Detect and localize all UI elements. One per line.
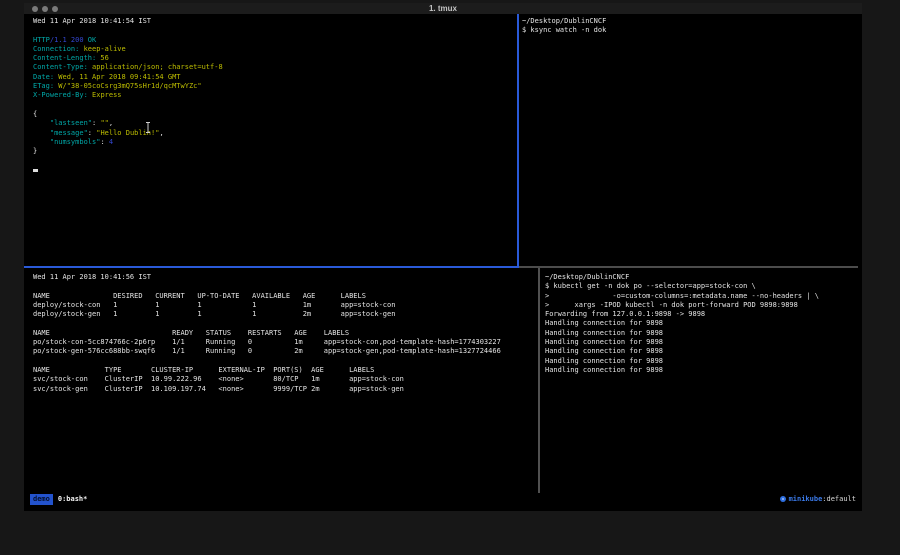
- terminal-line: > xargs -IPOD kubectl -n dok port-forwar…: [545, 301, 862, 310]
- pane-content: ~/Desktop/DublinCNCF$ ksync watch -n dok: [522, 17, 862, 36]
- desktop-background: 1. tmux Wed 11 Apr 2018 10:41:54 IST HTTP…: [0, 0, 900, 555]
- terminal-window: 1. tmux Wed 11 Apr 2018 10:41:54 IST HTTP…: [24, 3, 862, 511]
- terminal-line: [33, 166, 517, 175]
- terminal-cursor: [33, 169, 38, 172]
- terminal-line: Handling connection for 9898: [545, 319, 862, 328]
- terminal-line: X-Powered-By: Express: [33, 91, 517, 100]
- terminal-line: NAME DESIRED CURRENT UP-TO-DATE AVAILABL…: [33, 292, 538, 301]
- terminal-line: }: [33, 147, 517, 156]
- pane-content: Wed 11 Apr 2018 10:41:56 IST NAME DESIRED…: [33, 273, 538, 394]
- terminal-line: ~/Desktop/DublinCNCF: [545, 273, 862, 282]
- terminal-line: $ kubectl get -n dok po --selector=app=s…: [545, 282, 862, 291]
- tmux-status-bar: demo 0:bash* minikube :default: [24, 493, 862, 506]
- terminal-line: > -o=custom-columns=:metadata.name --no-…: [545, 292, 862, 301]
- terminal-line: "numsymbols": 4: [33, 138, 517, 147]
- terminal-line: svc/stock-gen ClusterIP 10.109.197.74 <n…: [33, 385, 538, 394]
- terminal-line: "lastseen": "",: [33, 119, 517, 128]
- terminal-line: po/stock-con-5cc874766c-2p6rp 1/1 Runnin…: [33, 338, 538, 347]
- terminal-line: deploy/stock-gen 1 1 1 1 2m app=stock-ge…: [33, 310, 538, 319]
- terminal-line: Handling connection for 9898: [545, 338, 862, 347]
- terminal-line: HTTP/1.1 200 OK: [33, 36, 517, 45]
- terminal-line: {: [33, 110, 517, 119]
- terminal-line: [33, 319, 538, 328]
- terminal-line: ETag: W/"38-05coCsrg3mQ75sHr1d/qcMTwYZc": [33, 82, 517, 91]
- terminal-line: Handling connection for 9898: [545, 357, 862, 366]
- terminal-line: Handling connection for 9898: [545, 329, 862, 338]
- terminal-line: Wed 11 Apr 2018 10:41:56 IST: [33, 273, 538, 282]
- terminal-line: Wed 11 Apr 2018 10:41:54 IST: [33, 17, 517, 26]
- session-name-badge: demo: [30, 494, 53, 505]
- window-titlebar[interactable]: 1. tmux: [24, 3, 862, 14]
- pane-content: ~/Desktop/DublinCNCF$ kubectl get -n dok…: [545, 273, 862, 375]
- terminal-line: [33, 357, 538, 366]
- pane-bottom-right-port-forward[interactable]: ~/Desktop/DublinCNCF$ kubectl get -n dok…: [540, 268, 862, 493]
- window-tab-bash[interactable]: 0:bash*: [58, 495, 88, 504]
- terminal-line: Handling connection for 9898: [545, 366, 862, 375]
- tmux-terminal: Wed 11 Apr 2018 10:41:54 IST HTTP/1.1 200…: [24, 14, 862, 511]
- terminal-line: NAME TYPE CLUSTER-IP EXTERNAL-IP PORT(S)…: [33, 366, 538, 375]
- kube-namespace: :default: [822, 495, 856, 504]
- kubernetes-icon: [780, 496, 786, 502]
- pane-content: Wed 11 Apr 2018 10:41:54 IST HTTP/1.1 200…: [33, 17, 517, 166]
- terminal-line: $ ksync watch -n dok: [522, 26, 862, 35]
- terminal-line: Handling connection for 9898: [545, 347, 862, 356]
- terminal-line: po/stock-gen-576cc688bb-swqf6 1/1 Runnin…: [33, 347, 538, 356]
- terminal-line: "message": "Hello Dublin!",: [33, 129, 517, 138]
- terminal-line: [33, 156, 517, 165]
- pane-top-left-http-response[interactable]: Wed 11 Apr 2018 10:41:54 IST HTTP/1.1 200…: [24, 14, 517, 266]
- terminal-line: ~/Desktop/DublinCNCF: [522, 17, 862, 26]
- terminal-line: deploy/stock-con 1 1 1 1 1m app=stock-co…: [33, 301, 538, 310]
- terminal-line: svc/stock-con ClusterIP 10.99.222.96 <no…: [33, 375, 538, 384]
- terminal-line: [33, 101, 517, 110]
- terminal-line: [33, 282, 538, 291]
- terminal-line: [33, 26, 517, 35]
- terminal-line: Connection: keep-alive: [33, 45, 517, 54]
- kube-status: minikube :default: [780, 495, 856, 504]
- window-title: 1. tmux: [24, 3, 862, 14]
- terminal-line: Forwarding from 127.0.0.1:9898 -> 9898: [545, 310, 862, 319]
- pane-bottom-left-kubectl-tables[interactable]: Wed 11 Apr 2018 10:41:56 IST NAME DESIRED…: [24, 268, 538, 493]
- terminal-line: NAME READY STATUS RESTARTS AGE LABELS: [33, 329, 538, 338]
- terminal-line: Content-Length: 56: [33, 54, 517, 63]
- kube-context: minikube: [789, 495, 823, 504]
- terminal-line: Date: Wed, 11 Apr 2018 09:41:54 GMT: [33, 73, 517, 82]
- pane-top-right-ksync[interactable]: ~/Desktop/DublinCNCF$ ksync watch -n dok: [519, 14, 862, 266]
- terminal-line: Content-Type: application/json; charset=…: [33, 63, 517, 72]
